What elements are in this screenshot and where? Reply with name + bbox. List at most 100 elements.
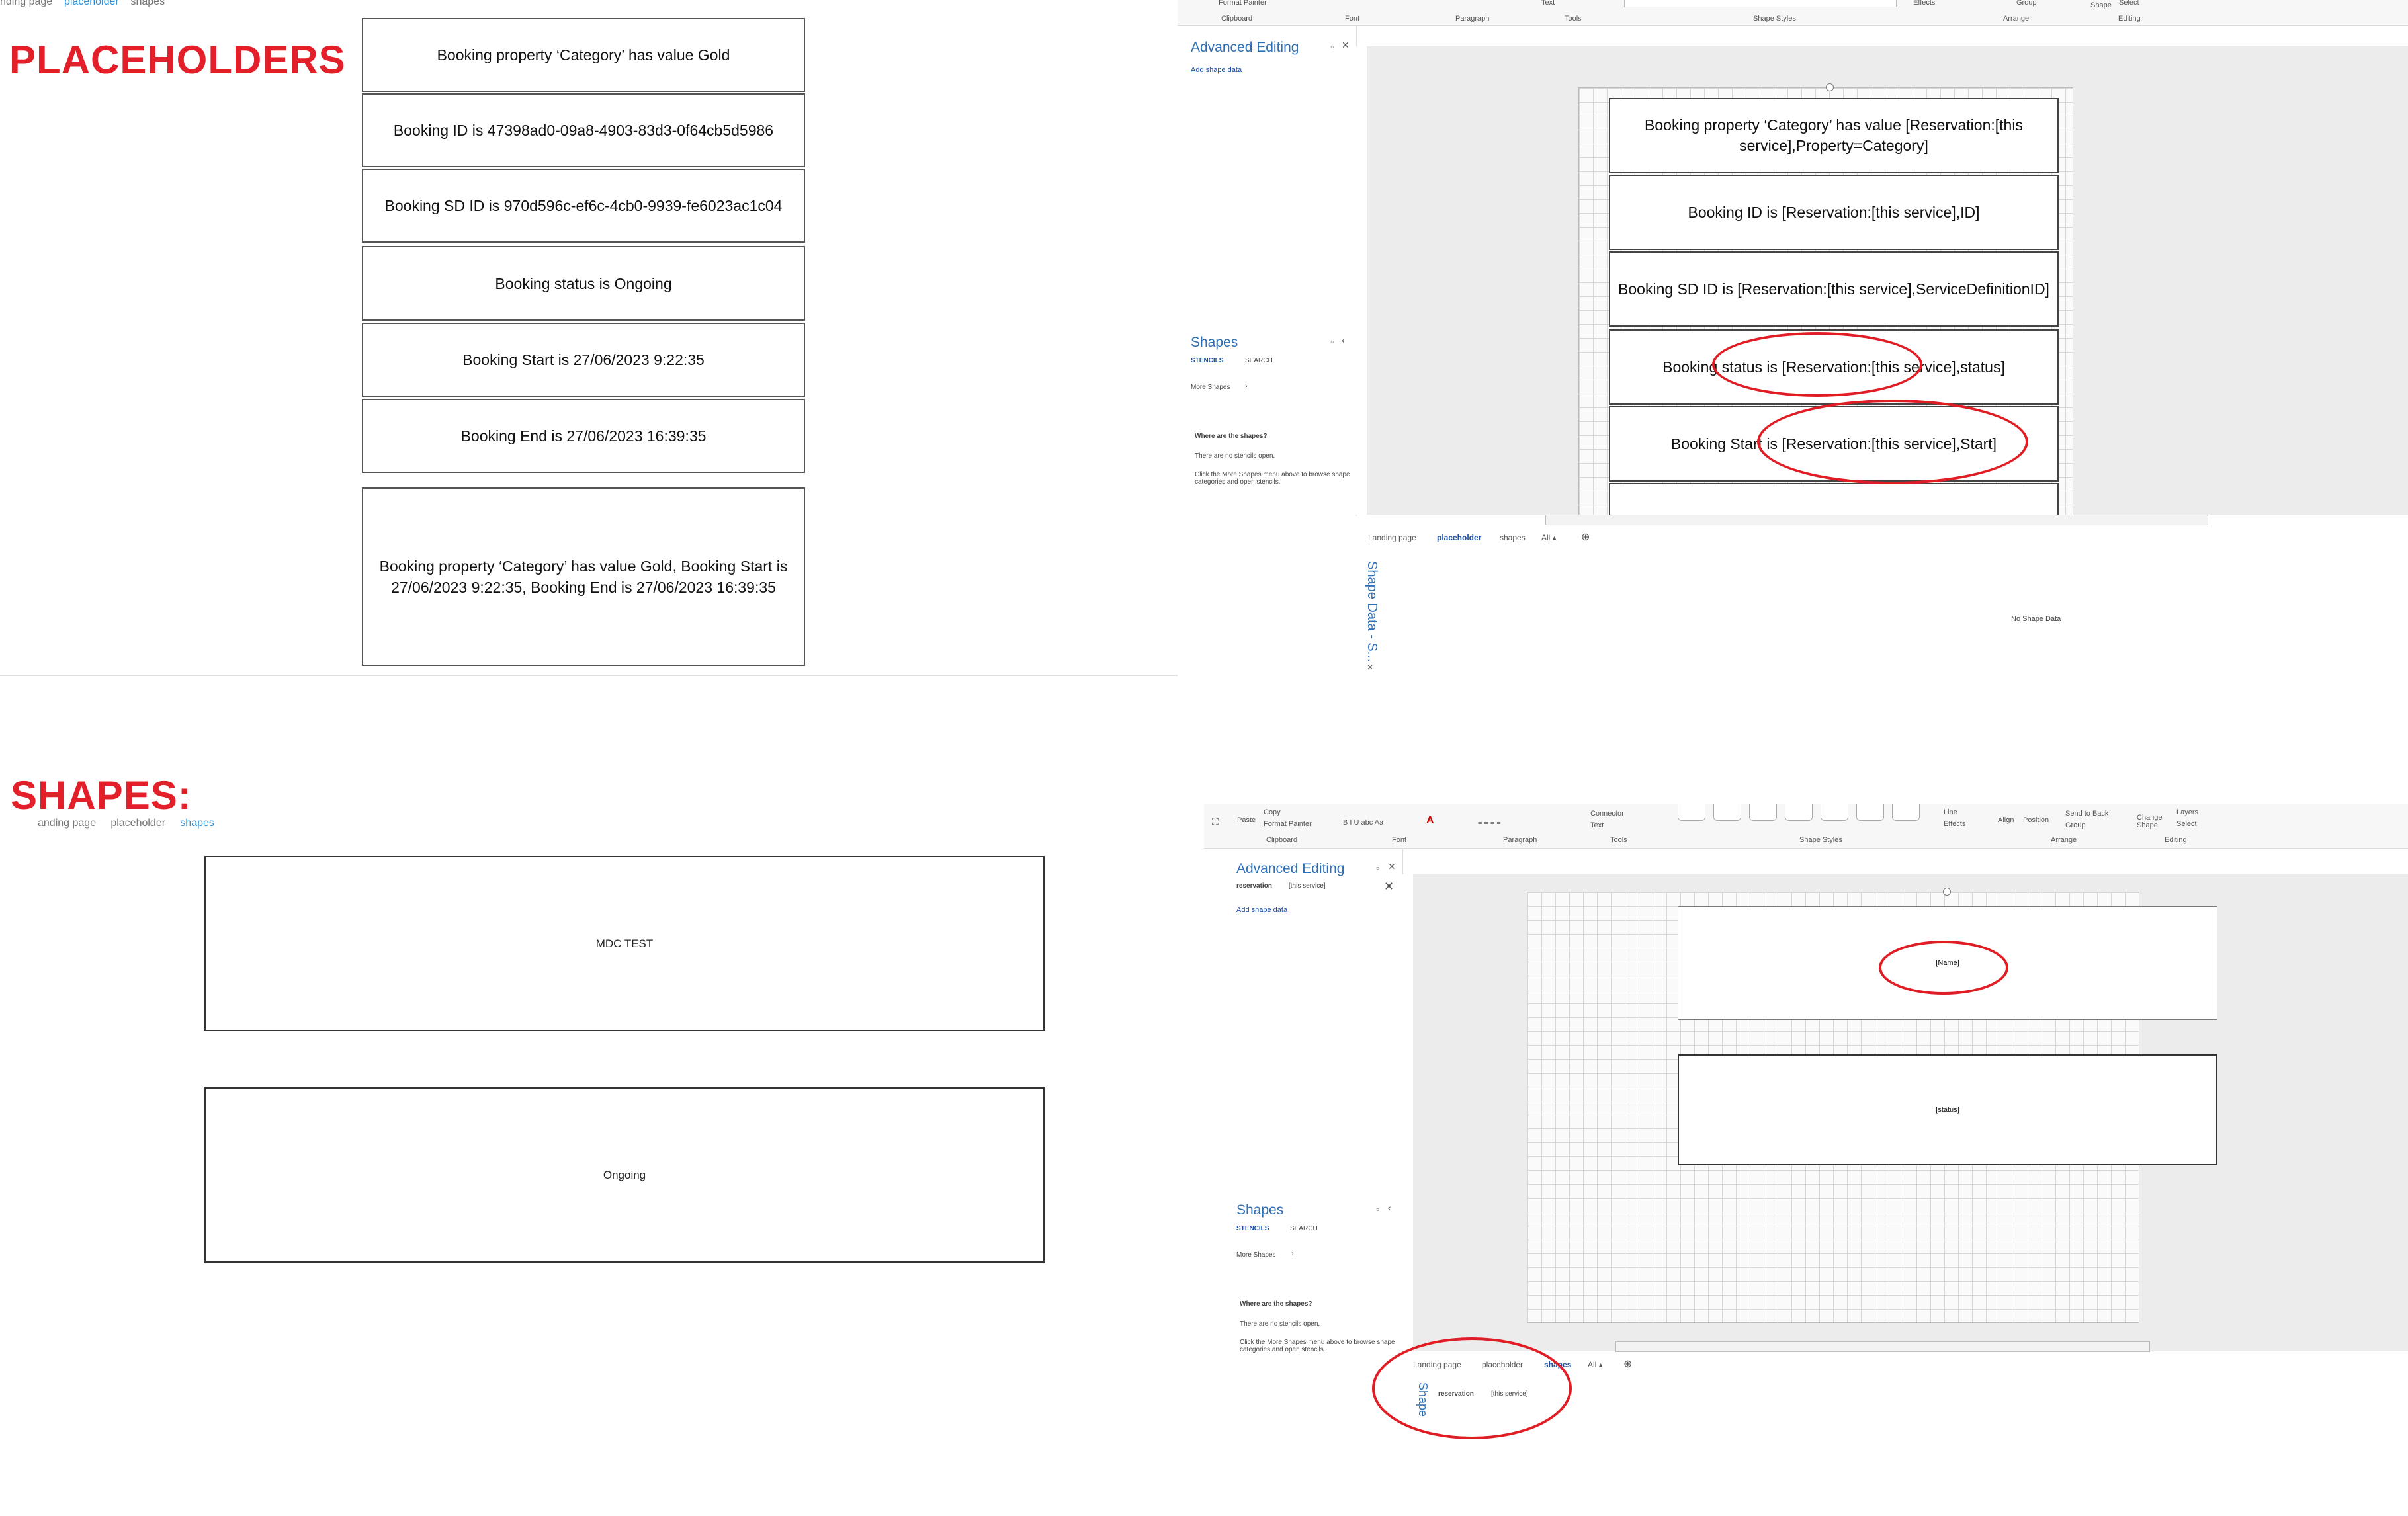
effects-button[interactable]: Effects: [1944, 820, 1965, 828]
paste-button[interactable]: Paste: [1237, 816, 1256, 824]
shape-name[interactable]: [Name]: [1678, 906, 2217, 1020]
style-swatch[interactable]: [1785, 804, 1813, 821]
ribbon-group-font: Font: [1392, 836, 1407, 844]
shape-status[interactable]: [status]: [1678, 1054, 2217, 1165]
change-shape-button[interactable]: Change Shape: [2137, 814, 2163, 829]
tab-search[interactable]: SEARCH: [1290, 1225, 1318, 1232]
tab-stencils[interactable]: STENCILS: [1191, 357, 1223, 364]
pane-restore-icon[interactable]: ▫: [1376, 1204, 1379, 1214]
style-swatch[interactable]: [1678, 804, 1705, 821]
shape-data-field-value[interactable]: [this service]: [1491, 1390, 1528, 1398]
format-painter-button[interactable]: Format Painter: [1219, 0, 1267, 7]
connector-button[interactable]: Connector: [1590, 810, 1624, 818]
page-tab-shapes[interactable]: shapes: [1500, 533, 1526, 542]
pane-restore-icon[interactable]: ▫: [1330, 41, 1334, 52]
group-button[interactable]: Group: [2016, 0, 2037, 7]
expand-icon[interactable]: ⛶: [1212, 816, 1219, 827]
style-swatch[interactable]: [1856, 804, 1884, 821]
horizontal-scrollbar[interactable]: [1615, 1341, 2150, 1352]
breadcrumb-placeholder[interactable]: placeholder: [64, 0, 119, 7]
breadcrumb-placeholder[interactable]: placeholder: [110, 818, 165, 829]
breadcrumb-shapes[interactable]: shapes: [180, 818, 214, 829]
rotation-handle[interactable]: [1826, 83, 1834, 91]
line-button[interactable]: Line: [1944, 808, 1957, 816]
collapse-icon[interactable]: ‹: [1388, 1202, 1391, 1213]
pane-restore-icon[interactable]: ▫: [1376, 863, 1379, 873]
ribbon-group-clipboard: Clipboard: [1221, 15, 1253, 22]
ribbon-group-arrange: Arrange: [2003, 15, 2030, 22]
shape-styles-gallery[interactable]: [1675, 804, 1940, 821]
text-tool-button[interactable]: Text: [1541, 0, 1555, 7]
page-tab-all[interactable]: All ▴: [1541, 533, 1557, 542]
more-shapes-menu[interactable]: More Shapes: [1191, 384, 1230, 391]
send-to-back-button[interactable]: Send to Back: [2065, 810, 2108, 818]
effects-button[interactable]: Effects: [1913, 0, 1935, 7]
shape-category[interactable]: Booking property ‘Category’ has value [R…: [1609, 98, 2059, 173]
shape-booking-start[interactable]: Booking Start is [Reservation:[this serv…: [1609, 406, 2059, 482]
rotation-handle[interactable]: [1943, 888, 1951, 896]
style-swatch[interactable]: [1749, 804, 1777, 821]
collapse-icon[interactable]: ‹: [1342, 335, 1345, 345]
shape-styles-gallery[interactable]: [1624, 0, 1897, 7]
advanced-editing-pane: Advanced Editing ▫ ✕ Add shape data Shap…: [1178, 26, 1357, 516]
add-page-icon[interactable]: ⊕: [1623, 1357, 1632, 1370]
advanced-editing-pane: Advanced Editing ▫ ✕ reservation [this s…: [1204, 849, 1403, 1353]
field-reservation-name: reservation: [1236, 882, 1272, 890]
visio-window-top: Format Painter Text Effects Group Shape …: [1178, 0, 2408, 681]
more-shapes-hint: Click the More Shapes menu above to brow…: [1195, 471, 1350, 485]
align-button[interactable]: Align: [1998, 816, 2014, 824]
no-shape-data-text: No Shape Data: [2011, 615, 2061, 623]
text-tool-button[interactable]: Text: [1590, 821, 1604, 829]
ribbon: Format Painter Text Effects Group Shape …: [1178, 0, 2408, 26]
shape-partial[interactable]: [1609, 483, 2059, 515]
breadcrumb: nding page placeholder shapes: [0, 0, 165, 8]
tab-stencils[interactable]: STENCILS: [1236, 1225, 1269, 1232]
shape-booking-sd-id[interactable]: Booking SD ID is [Reservation:[this serv…: [1609, 251, 2059, 327]
shape-booking-status[interactable]: Booking status is [Reservation:[this ser…: [1609, 329, 2059, 405]
breadcrumb-landing[interactable]: nding page: [0, 0, 52, 7]
close-icon[interactable]: ✕: [1388, 861, 1396, 872]
more-shapes-menu[interactable]: More Shapes: [1236, 1251, 1275, 1259]
ribbon-group-editing: Editing: [2165, 836, 2187, 844]
horizontal-ruler: [1413, 861, 2408, 875]
select-button[interactable]: Select: [2119, 0, 2139, 7]
position-button[interactable]: Position: [2023, 816, 2049, 824]
vertical-ruler: [1402, 874, 1414, 1351]
font-color-icon[interactable]: A: [1426, 815, 1434, 827]
add-shape-data-link[interactable]: Add shape data: [1191, 66, 1242, 74]
delete-field-icon[interactable]: ✕: [1384, 880, 1394, 894]
page-tab-landing[interactable]: Landing page: [1368, 533, 1416, 542]
close-icon[interactable]: ✕: [1342, 40, 1350, 51]
page-tab-all[interactable]: All ▴: [1588, 1360, 1603, 1369]
shapes-title: SHAPES:: [11, 773, 192, 818]
field-reservation-value[interactable]: [this service]: [1289, 882, 1326, 890]
tab-search[interactable]: SEARCH: [1245, 357, 1273, 364]
add-shape-data-link[interactable]: Add shape data: [1236, 906, 1287, 914]
group-button[interactable]: Group: [2065, 821, 2086, 829]
style-swatch[interactable]: [1713, 804, 1741, 821]
close-icon[interactable]: ✕: [1367, 663, 1373, 672]
ribbon-group-paragraph: Paragraph: [1503, 836, 1537, 844]
font-format-row[interactable]: B I U abc Aa: [1343, 819, 1383, 827]
select-button[interactable]: Select: [2176, 820, 2197, 828]
horizontal-scrollbar[interactable]: [1545, 515, 2208, 525]
style-swatch[interactable]: [1821, 804, 1848, 821]
highlight-shape-data-oval: [1372, 1337, 1572, 1439]
shape-button[interactable]: Shape: [2090, 1, 2112, 9]
add-page-icon[interactable]: ⊕: [1581, 530, 1590, 544]
shapes-pane-title: Shapes: [1236, 1202, 1284, 1218]
align-buttons[interactable]: ≡ ≡ ≡ ≡: [1478, 819, 1501, 827]
page-tab-shapes[interactable]: shapes: [1544, 1360, 1571, 1369]
style-swatch[interactable]: [1892, 804, 1920, 821]
breadcrumb-landing[interactable]: anding page: [38, 818, 96, 829]
copy-button[interactable]: Copy: [1264, 808, 1281, 816]
shape-booking-id[interactable]: Booking ID is [Reservation:[this service…: [1609, 175, 2059, 250]
page-tab-placeholder[interactable]: placeholder: [1482, 1360, 1523, 1369]
format-painter-button[interactable]: Format Painter: [1264, 820, 1312, 828]
page-tab-placeholder[interactable]: placeholder: [1437, 533, 1481, 542]
page-tab-landing[interactable]: Landing page: [1413, 1360, 1461, 1369]
pane-restore-icon[interactable]: ▫: [1330, 336, 1334, 347]
layers-button[interactable]: Layers: [2176, 808, 2198, 816]
where-shapes-title: Where are the shapes?: [1195, 433, 1268, 440]
breadcrumb-shapes[interactable]: shapes: [130, 0, 165, 7]
